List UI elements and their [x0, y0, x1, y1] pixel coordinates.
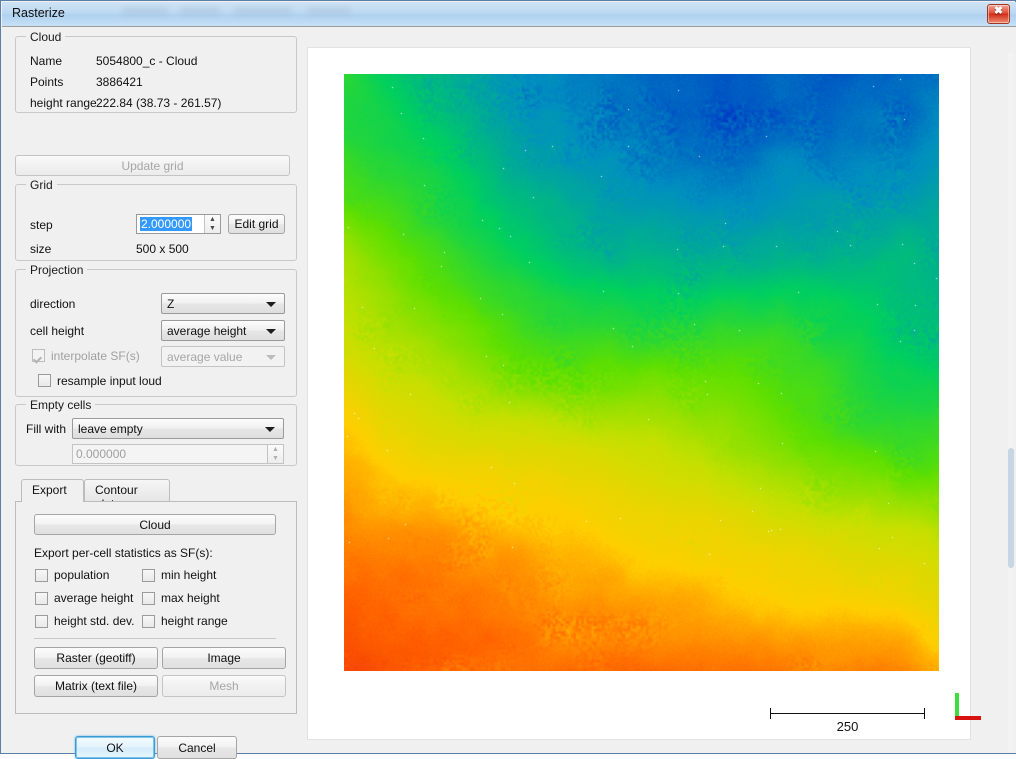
checkbox-height-range-label: height range [161, 614, 228, 628]
projection-cell-height-value: average height [167, 324, 247, 338]
projection-direction-combo[interactable]: Z [161, 293, 285, 314]
axis-x-icon [955, 716, 981, 720]
rasterize-dialog-window: Rasterize ✖ Cloud Name 5054800_c - Cloud… [0, 0, 1016, 759]
chevron-down-icon [266, 302, 276, 307]
ok-button[interactable]: OK [75, 736, 155, 759]
image-button[interactable]: Image [162, 647, 286, 669]
fill-custom-value: 0.000000 [76, 447, 127, 461]
cloud-height-range-value: 222.84 (38.73 - 261.57) [96, 96, 222, 110]
scale-bar-cap-left [770, 708, 771, 719]
cloud-height-range-label: height range [30, 96, 97, 110]
projection-group-title: Projection [26, 263, 88, 277]
fill-custom-value-input[interactable]: 0.000000 ▲ ▼ [72, 444, 284, 464]
checkbox-max-height[interactable] [142, 592, 155, 605]
cloud-raster-preview [344, 74, 939, 671]
empty-cells-group: Empty cells Fill with leave empty 0.0000… [15, 398, 297, 466]
grid-group: Grid step 2.000000 ▲ ▼ Edit grid size 50… [15, 178, 297, 261]
export-tabwidget: Export Contour plot Cloud Export per-cel… [15, 479, 297, 716]
scrollbar-thumb[interactable] [1008, 448, 1014, 568]
window-title: Rasterize [12, 6, 65, 20]
ghost-menu-item [180, 7, 220, 16]
matrix-text-file-button[interactable]: Matrix (text file) [34, 675, 158, 697]
cloud-group: Cloud Name 5054800_c - Cloud Points 3886… [15, 30, 297, 113]
interpolate-sf-checkbox[interactable] [32, 349, 45, 362]
cloud-points-label: Points [30, 75, 64, 89]
cloud-group-title: Cloud [26, 30, 66, 44]
divider [34, 638, 276, 639]
scale-bar-value: 250 [836, 719, 859, 734]
projection-cell-height-combo[interactable]: average height [161, 320, 285, 341]
checkbox-min-height-label: min height [161, 568, 217, 582]
checkbox-average-height-label: average height [54, 591, 134, 605]
chevron-down-icon [266, 355, 276, 360]
projection-direction-label: direction [30, 297, 76, 311]
checkbox-population[interactable] [35, 569, 48, 582]
cloud-canvas [344, 74, 939, 671]
grid-step-spinner[interactable]: ▲ ▼ [204, 215, 220, 233]
export-cloud-button[interactable]: Cloud [34, 514, 276, 535]
spin-down-icon[interactable]: ▼ [268, 454, 283, 463]
update-grid-button[interactable]: Update grid [15, 155, 290, 176]
parameters-panel: Cloud Name 5054800_c - Cloud Points 3886… [15, 30, 297, 759]
mesh-button[interactable]: Mesh [162, 675, 286, 697]
resample-input-label: resample input loud [57, 374, 162, 388]
projection-cell-height-label: cell height [30, 324, 85, 338]
grid-size-value: 500 x 500 [136, 242, 189, 256]
scale-bar-line [770, 713, 925, 714]
checkbox-population-label: population [54, 568, 110, 582]
export-tab-pane: Cloud Export per-cell statistics as SF(s… [15, 501, 297, 714]
checkbox-height-std-dev[interactable] [35, 615, 48, 628]
resample-input-checkbox[interactable] [38, 374, 51, 387]
spin-up-icon[interactable]: ▲ [268, 445, 283, 454]
vertical-scrollbar[interactable] [1008, 53, 1014, 752]
chevron-down-icon [265, 427, 275, 432]
tab-export[interactable]: Export [21, 479, 84, 502]
cloud-preview-viewport[interactable]: 250 [307, 47, 981, 740]
title-bar[interactable]: Rasterize ✖ [2, 2, 1016, 27]
axis-gizmo [953, 693, 987, 727]
grid-size-label: size [30, 242, 52, 256]
cloud-name-label: Name [30, 54, 63, 68]
ghost-menu-item [234, 7, 292, 16]
interpolate-sf-label: interpolate SF(s) [51, 349, 140, 363]
close-icon[interactable]: ✖ [987, 4, 1010, 24]
scale-bar-cap-right [924, 708, 925, 719]
tab-contour-plot[interactable]: Contour plot [84, 479, 170, 511]
fill-with-label: Fill with [26, 422, 67, 436]
projection-direction-value: Z [167, 297, 175, 311]
grid-step-input[interactable]: 2.000000 ▲ ▼ [136, 214, 221, 234]
empty-cells-group-title: Empty cells [26, 398, 96, 412]
checkbox-height-range[interactable] [142, 615, 155, 628]
cloud-name-value: 5054800_c - Cloud [96, 54, 198, 68]
interpolate-sf-combo[interactable]: average value [161, 346, 285, 367]
ghost-menu-item [307, 7, 351, 16]
fill-with-combo[interactable]: leave empty [72, 418, 284, 439]
edit-grid-button[interactable]: Edit grid [228, 214, 285, 234]
close-glyph: ✖ [993, 5, 1004, 17]
checkbox-average-height[interactable] [35, 592, 48, 605]
projection-group: Projection direction Z cell height avera… [15, 263, 297, 397]
export-stats-label: Export per-cell statistics as SF(s): [34, 546, 213, 560]
ghost-menu-item [122, 7, 168, 16]
fill-with-value: leave empty [78, 422, 143, 436]
grid-step-value: 2.000000 [140, 217, 193, 231]
cloud-points-value: 3886421 [96, 75, 143, 89]
raster-geotiff-button[interactable]: Raster (geotiff) [34, 647, 158, 669]
fill-custom-spinner[interactable]: ▲ ▼ [267, 445, 283, 463]
spin-up-icon[interactable]: ▲ [205, 215, 220, 224]
grid-step-label: step [30, 218, 53, 232]
cancel-button[interactable]: Cancel [157, 736, 237, 759]
checkbox-min-height[interactable] [142, 569, 155, 582]
checkbox-height-std-dev-label: height std. dev. [54, 614, 135, 628]
chevron-down-icon [266, 329, 276, 334]
dialog-client-area: Cloud Name 5054800_c - Cloud Points 3886… [2, 26, 1016, 759]
scale-bar: 250 [770, 703, 930, 739]
spin-down-icon[interactable]: ▼ [205, 224, 220, 233]
interpolate-sf-value: average value [167, 350, 243, 364]
checkbox-max-height-label: max height [161, 591, 220, 605]
grid-group-title: Grid [26, 178, 57, 192]
